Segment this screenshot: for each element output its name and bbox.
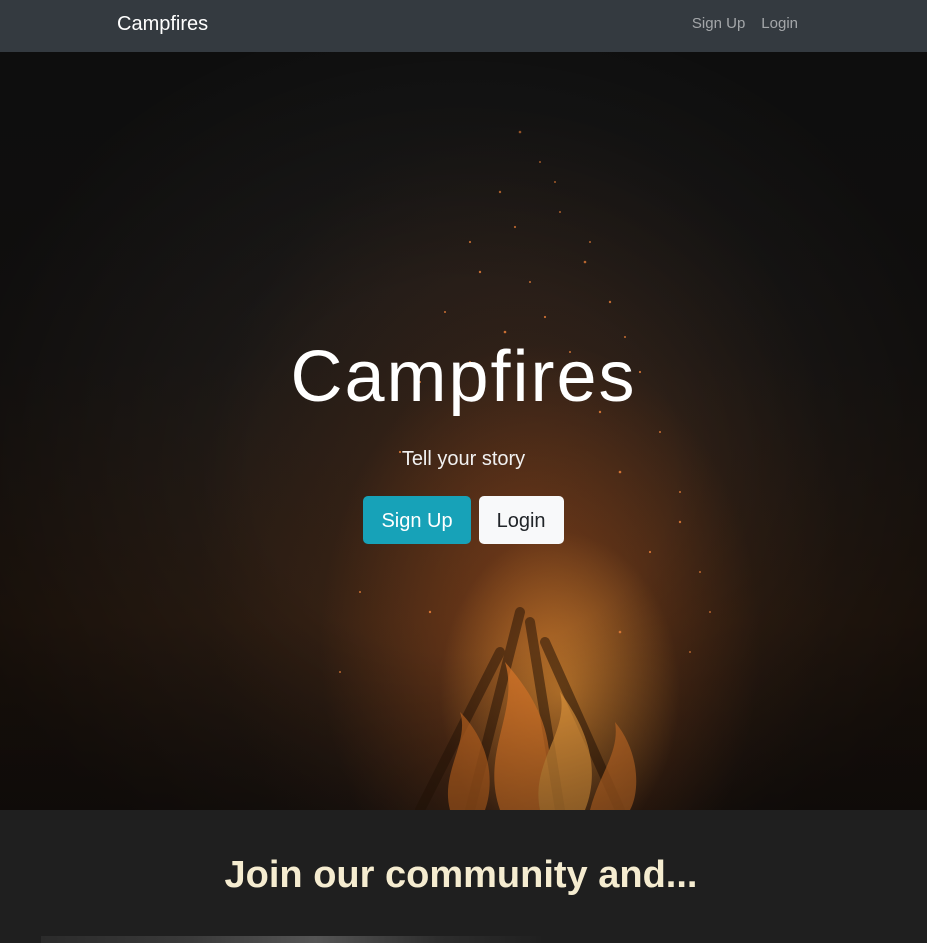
hero-title: Campfires: [290, 337, 637, 417]
hero-content: Campfires Tell your story Sign Up Login: [0, 332, 927, 544]
navbar-links: Sign Up Login: [692, 14, 798, 34]
community-heading: Join our community and...: [224, 854, 698, 896]
hero-banner: Campfires Tell your story Sign Up Login: [0, 52, 927, 810]
hero-login-button[interactable]: Login: [478, 496, 564, 544]
hero-subtitle: Tell your story: [401, 448, 526, 470]
nav-signup-link[interactable]: Sign Up: [692, 14, 745, 34]
top-navbar: Campfires Sign Up Login: [0, 0, 927, 52]
community-image: [41, 936, 541, 943]
community-section: Join our community and...: [0, 810, 927, 943]
hero-signup-button[interactable]: Sign Up: [363, 496, 471, 544]
nav-login-link[interactable]: Login: [761, 14, 798, 34]
hero-button-group: Sign Up Login: [0, 496, 927, 544]
navbar-brand[interactable]: Campfires: [117, 12, 208, 36]
